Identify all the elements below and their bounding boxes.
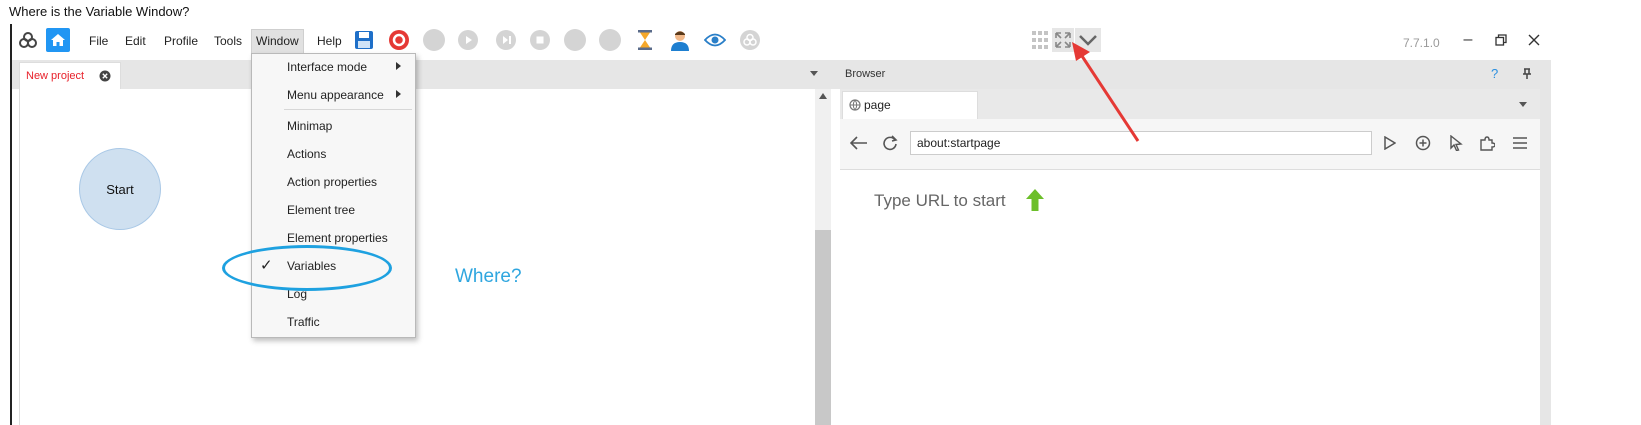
step-icon	[496, 30, 516, 50]
menu-file[interactable]: File	[85, 29, 112, 53]
cursor-icon[interactable]	[1449, 135, 1463, 151]
menu-edit[interactable]: Edit	[121, 29, 150, 53]
circle-icon	[564, 29, 586, 51]
menu-item-action-properties[interactable]: Action properties	[287, 175, 377, 189]
hamburger-menu-icon[interactable]	[1513, 137, 1527, 149]
menu-item-interface-mode[interactable]: Interface mode	[287, 60, 367, 74]
home-icon	[51, 34, 65, 46]
user-icon	[671, 31, 689, 51]
disabled-button-1[interactable]	[422, 28, 446, 52]
user-button[interactable]	[668, 28, 692, 52]
project-tabstrip	[12, 60, 838, 89]
submenu-arrow-icon	[396, 90, 401, 98]
url-value: about:startpage	[917, 136, 1001, 150]
menu-separator	[284, 109, 412, 110]
tab-label: New project	[26, 70, 85, 82]
question-text: Where is the Variable Window?	[9, 4, 190, 19]
browser-title: Browser	[845, 68, 886, 80]
close-tab-icon[interactable]	[99, 70, 111, 82]
window-menu-dropdown: Interface mode Menu appearance Minimap A…	[251, 53, 416, 338]
circle-icon	[423, 29, 445, 51]
tab-new-project[interactable]: New project	[19, 62, 121, 90]
eye-icon	[704, 33, 726, 47]
browser-tab-page[interactable]: page	[842, 91, 978, 120]
step-button[interactable]	[494, 28, 518, 52]
restore-button[interactable]	[1491, 30, 1511, 50]
menu-item-element-properties[interactable]: Element properties	[287, 231, 388, 245]
stop-icon	[530, 30, 550, 50]
menu-window[interactable]: Window	[251, 29, 304, 54]
reload-icon[interactable]	[882, 135, 898, 151]
menu-profile[interactable]: Profile	[160, 29, 202, 53]
pin-icon[interactable]	[1522, 68, 1532, 80]
scrollbar-thumb[interactable]	[815, 230, 831, 425]
globe-icon	[849, 99, 861, 111]
scroll-up-icon[interactable]	[819, 93, 827, 99]
project-canvas[interactable]	[19, 89, 816, 425]
browser-header	[838, 60, 1551, 89]
menu-item-traffic[interactable]: Traffic	[287, 315, 320, 329]
menu-tools[interactable]: Tools	[210, 29, 246, 53]
record-button[interactable]	[387, 28, 411, 52]
save-button[interactable]	[352, 28, 376, 52]
stop-button[interactable]	[528, 28, 552, 52]
save-icon	[355, 31, 373, 49]
annotation-where: Where?	[455, 266, 522, 287]
record-icon	[389, 30, 409, 50]
menu-item-element-tree[interactable]: Element tree	[287, 203, 355, 217]
logo-gray-icon	[740, 30, 760, 50]
tabs-dropdown-icon[interactable]	[810, 71, 818, 77]
close-button[interactable]	[1524, 30, 1544, 50]
add-circle-icon[interactable]	[1415, 135, 1431, 151]
hourglass-icon	[638, 30, 652, 50]
start-page-text: Type URL to start	[874, 191, 1006, 210]
circle-icon	[599, 29, 621, 51]
go-icon[interactable]	[1384, 136, 1396, 150]
start-node[interactable]: Start	[79, 148, 161, 230]
arrow-up-icon	[1026, 189, 1044, 211]
submenu-arrow-icon	[396, 62, 401, 70]
play-button[interactable]	[456, 28, 480, 52]
help-button[interactable]: ?	[1491, 66, 1498, 81]
hourglass-button[interactable]	[633, 28, 657, 52]
right-edge	[1540, 60, 1551, 425]
menu-item-menu-appearance[interactable]: Menu appearance	[287, 88, 384, 102]
start-node-label: Start	[106, 181, 134, 197]
menu-item-actions[interactable]: Actions	[287, 147, 326, 161]
disabled-logo-button[interactable]	[738, 28, 762, 52]
menu-item-minimap[interactable]: Minimap	[287, 119, 332, 133]
highlight-ellipse	[222, 245, 392, 291]
disabled-button-2[interactable]	[563, 28, 587, 52]
grid-icon	[1032, 31, 1048, 49]
minimize-icon: –	[1463, 31, 1473, 48]
home-button[interactable]	[46, 28, 70, 52]
annotation-arrow-icon	[1072, 42, 1140, 142]
close-icon	[1528, 34, 1540, 46]
browser-tabs-dropdown-icon[interactable]	[1519, 102, 1527, 108]
logo-icon[interactable]	[16, 28, 40, 52]
grid-button[interactable]	[1031, 28, 1049, 52]
main-toolbar: File Edit Profile Tools Window Help 7.7.…	[12, 24, 1641, 56]
menu-help[interactable]: Help	[313, 29, 346, 53]
restore-icon	[1495, 34, 1507, 46]
play-icon	[458, 30, 478, 50]
eye-button[interactable]	[703, 28, 727, 52]
extension-icon[interactable]	[1479, 135, 1495, 151]
disabled-button-3[interactable]	[598, 28, 622, 52]
minimize-button[interactable]: –	[1458, 30, 1478, 50]
back-icon[interactable]	[850, 136, 868, 150]
browser-tab-label: page	[864, 98, 891, 112]
version-label: 7.7.1.0	[1403, 36, 1440, 50]
